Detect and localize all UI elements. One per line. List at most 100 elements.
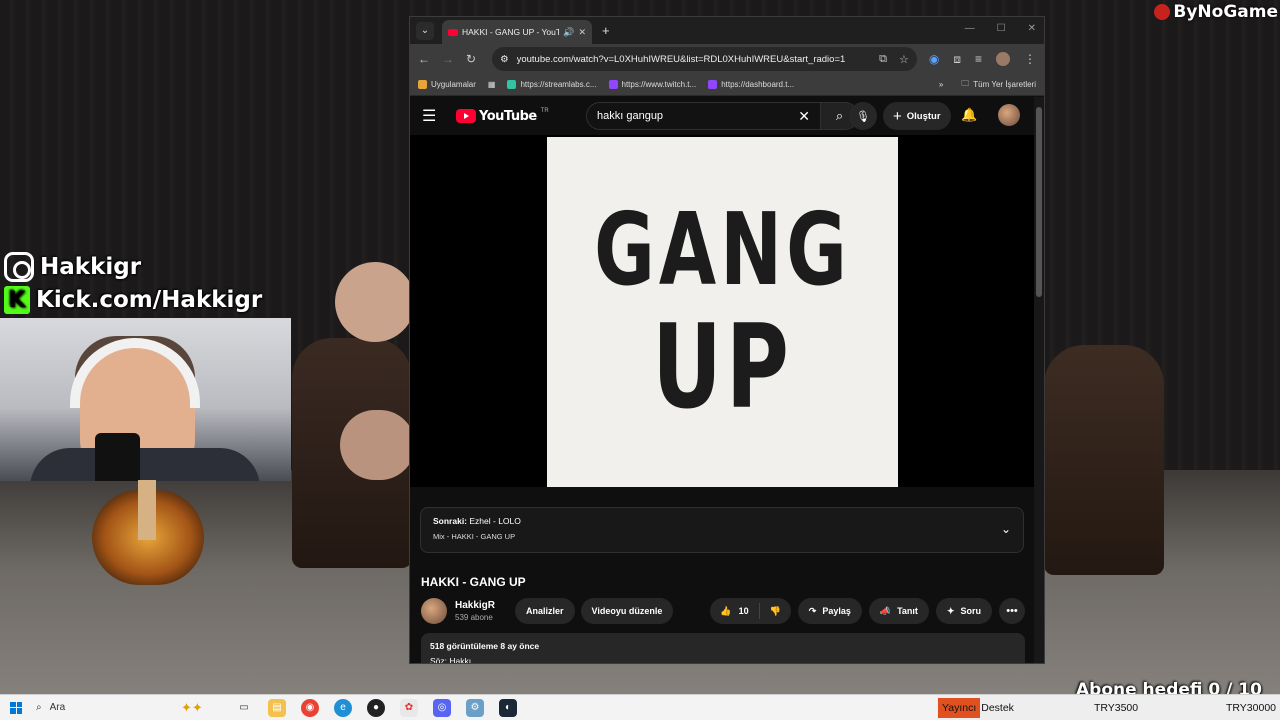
tab-search-icon[interactable]: ⌄ <box>416 21 434 40</box>
up-next-row: Sonraki: Ezhel - LOLO <box>433 516 1011 526</box>
search-icon: ⌕ <box>36 702 42 713</box>
close-window-icon[interactable]: ✕ <box>1028 23 1036 34</box>
dislike-button[interactable]: 👎 <box>760 606 791 617</box>
thumbs-down-icon: 👎 <box>769 605 781 616</box>
minimize-icon[interactable]: — <box>965 23 975 34</box>
bookmark-dashboard[interactable]: https://dashboard.t... <box>708 80 794 89</box>
taskbar-search-label: Ara <box>49 702 66 713</box>
album-cover: GANG UP <box>547 137 898 487</box>
app-icon[interactable]: ✿ <box>400 698 418 717</box>
forward-icon[interactable]: → <box>442 52 454 66</box>
share-button[interactable]: ↷ Paylaş <box>797 598 862 624</box>
discord-icon[interactable]: ◎ <box>433 698 451 717</box>
person-leg <box>340 410 415 480</box>
edge-icon[interactable]: e <box>334 698 352 717</box>
bookmark-label: https://dashboard.t... <box>721 80 795 89</box>
youtube-logo[interactable]: YouTube TR <box>456 108 549 124</box>
instagram-overlay: Hakkigr <box>4 252 141 282</box>
chrome-icon[interactable]: ◉ <box>301 698 319 717</box>
edit-video-button[interactable]: Videoyu düzenle <box>580 598 674 624</box>
tab-close-icon[interactable]: ✕ <box>578 27 586 38</box>
support-label: Destek <box>981 702 1014 714</box>
more-bookmarks-icon[interactable]: » <box>939 80 943 89</box>
mix-title: Mix - HAKKI - GANG UP <box>433 532 516 541</box>
analytics-button[interactable]: Analizler <box>515 598 575 624</box>
address-bar[interactable]: ⚙ youtube.com/watch?v=L0XHuhIWREU&list=R… <box>492 47 917 71</box>
megaphone-icon: 📣 <box>879 605 892 616</box>
notifications-bell-icon[interactable]: 🔔 <box>961 107 977 123</box>
channel-name[interactable]: HakkigR <box>455 600 495 611</box>
file-explorer-icon[interactable]: ▤ <box>268 698 286 717</box>
view-stats: 518 görüntüleme 8 ay önce <box>430 641 540 651</box>
channel-avatar[interactable] <box>421 598 447 624</box>
voice-search-button[interactable]: 🎙 <box>849 102 877 130</box>
profile-avatar[interactable] <box>996 52 1010 66</box>
window-controls: — ☐ ✕ <box>965 23 1036 34</box>
bookmark-apps[interactable]: Uygulamalar <box>418 80 476 89</box>
new-tab-icon[interactable]: + <box>602 23 610 38</box>
back-icon[interactable]: ← <box>418 52 430 66</box>
audio-playing-icon[interactable]: 🔊 <box>563 27 574 38</box>
grid-icon[interactable]: ▦ <box>488 80 496 89</box>
video-actions: 👍 10 👎 ↷ Paylaş 📣 Tanıt ✦ Soru ••• <box>710 598 1025 624</box>
bookmark-twitch[interactable]: https://www.twitch.t... <box>608 80 696 89</box>
donation-amount-2: TRY30000 <box>1225 702 1276 714</box>
search-icon: ⌕ <box>835 108 844 123</box>
url-text[interactable]: youtube.com/watch?v=L0XHuhIWREU&list=RDL… <box>517 54 872 65</box>
windows-start-icon[interactable] <box>10 701 22 714</box>
obs-icon[interactable]: ● <box>367 698 385 717</box>
up-next-panel[interactable]: Sonraki: Ezhel - LOLO Mix - HAKKI - GANG… <box>420 507 1024 553</box>
settings-gear-icon[interactable]: ⚙ <box>466 698 484 717</box>
like-count: 10 <box>738 606 749 616</box>
page-scrollbar[interactable] <box>1034 97 1044 663</box>
search-query[interactable]: hakkı gangup <box>597 110 798 122</box>
thumbs-up-icon: 👍 <box>720 605 732 616</box>
task-view-icon[interactable]: ▭ <box>235 699 253 717</box>
ask-button[interactable]: ✦ Soru <box>935 598 992 624</box>
tab-youtube[interactable]: HAKKI - GANG UP - YouTube 🔊 ✕ <box>442 20 592 44</box>
share-icon: ↷ <box>808 605 817 616</box>
more-actions-icon[interactable]: ••• <box>999 598 1025 624</box>
description-box[interactable]: 518 görüntüleme 8 ay önce Söz: Hakkı <box>421 633 1025 663</box>
instagram-handle: Hakkigr <box>40 254 142 280</box>
account-avatar[interactable] <box>998 104 1020 126</box>
browser-menu-icon[interactable]: ⋮ <box>1024 52 1036 66</box>
guitar <box>92 480 204 585</box>
like-dislike-group: 👍 10 👎 <box>710 598 791 624</box>
steam-icon[interactable]: ◐ <box>499 698 517 717</box>
chevron-down-icon[interactable]: ⌄ <box>1001 522 1011 536</box>
kick-icon: K <box>4 286 30 314</box>
youtube-header: ☰ YouTube TR hakkı gangup ✕ ⌕ 🎙 + Oluştu… <box>410 97 1035 135</box>
bookmark-star-icon[interactable]: ☆ <box>899 53 909 66</box>
folder-icon: 🗀 <box>961 78 970 88</box>
bookmarks-bar: Uygulamalar ▦ https://streamlabs.c... ht… <box>410 74 1044 96</box>
extension-audio-icon[interactable]: ◉ <box>929 52 939 66</box>
promote-label: Tanıt <box>897 606 918 616</box>
search-input[interactable]: hakkı gangup ✕ <box>586 102 821 130</box>
extensions-icon[interactable]: ⧈ <box>953 52 961 67</box>
scrollbar-thumb[interactable] <box>1036 107 1042 297</box>
media-control-icon[interactable]: ≡ <box>975 52 982 66</box>
windows-taskbar: ⌕ Ara ✦✦ ▭ ▤ ◉ e ● ✿ ◎ ⚙ ◐ Yayıncı Deste… <box>0 694 1280 720</box>
video-title: HAKKI - GANG UP <box>421 575 526 589</box>
install-app-icon[interactable]: ⧉ <box>879 53 887 66</box>
bookmark-streamlabs[interactable]: https://streamlabs.c... <box>507 80 597 89</box>
streamer-shirt <box>30 448 260 481</box>
promote-button[interactable]: 📣 Tanıt <box>868 598 929 624</box>
maximize-icon[interactable]: ☐ <box>997 23 1006 34</box>
clear-search-icon[interactable]: ✕ <box>798 108 810 125</box>
up-next-label: Sonraki: <box>433 516 468 526</box>
site-info-icon[interactable]: ⚙ <box>500 54 509 65</box>
menu-icon[interactable]: ☰ <box>422 106 446 126</box>
copilot-sparkle-icon[interactable]: ✦✦ <box>181 700 221 716</box>
video-player[interactable]: GANG UP <box>410 135 1035 487</box>
tab-bar: ⌄ HAKKI - GANG UP - YouTube 🔊 ✕ + — ☐ ✕ <box>410 17 1044 44</box>
all-bookmarks[interactable]: 🗀 Tüm Yer İşaretleri <box>961 78 1036 92</box>
like-button[interactable]: 👍 10 <box>710 603 760 619</box>
owner-row: HakkigR 539 abone Analizler Videoyu düze… <box>421 595 1025 627</box>
donation-bar: Yayıncı Destek TRY3500 TRY30000 <box>937 695 1280 720</box>
create-button[interactable]: + Oluştur <box>883 102 951 130</box>
twitch-icon <box>708 80 718 89</box>
logo-text: YouTube <box>479 108 537 124</box>
reload-icon[interactable]: ↻ <box>466 52 476 66</box>
